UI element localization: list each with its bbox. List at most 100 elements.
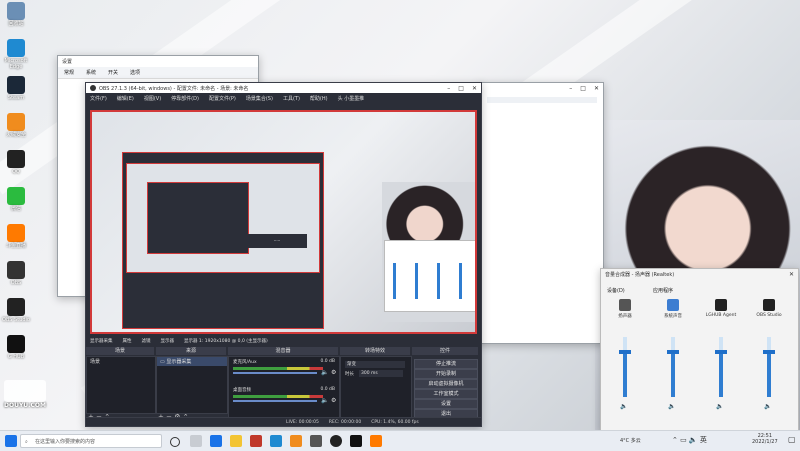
- control-button[interactable]: 停止推流: [414, 359, 478, 369]
- weather[interactable]: 4°C 多云: [620, 437, 641, 444]
- control-button[interactable]: 工作室模式: [414, 389, 478, 399]
- tab-options[interactable]: 选项: [130, 69, 140, 76]
- desktop-icon[interactable]: QQ: [2, 150, 30, 175]
- menu-item[interactable]: 工具(T): [283, 95, 300, 102]
- volume-slider[interactable]: [233, 400, 317, 402]
- menu-item[interactable]: 停靠部件(D): [171, 95, 199, 102]
- speaker-icon[interactable]: 🔈: [321, 397, 328, 404]
- app-icon[interactable]: [370, 435, 382, 447]
- minimize-icon[interactable]: –: [569, 85, 572, 92]
- duration-input[interactable]: 300 ms: [359, 370, 403, 377]
- taskbar-search[interactable]: ⌕ 在这里输入你要搜索的内容: [20, 434, 162, 448]
- obs-preview[interactable]: ·····: [90, 110, 477, 334]
- explorer-address-bar[interactable]: [487, 97, 597, 103]
- sources-list[interactable]: ▭ 显示器采集: [156, 356, 228, 414]
- app-icon[interactable]: [250, 435, 262, 447]
- window-controls[interactable]: ✕: [789, 271, 794, 278]
- transition-select[interactable]: 渐变: [345, 361, 405, 368]
- gear-icon[interactable]: ⚙: [331, 369, 336, 376]
- tab-general[interactable]: 常规: [64, 69, 74, 76]
- speaker-icon[interactable]: 🔈: [321, 369, 328, 376]
- menu-item[interactable]: 文件(F): [90, 95, 107, 102]
- edge-icon[interactable]: [270, 435, 282, 447]
- speaker-icon[interactable]: 🔈: [620, 403, 627, 410]
- notification-icon[interactable]: ▢: [788, 435, 796, 444]
- volume-slider[interactable]: [667, 337, 679, 397]
- settings-titlebar[interactable]: 设置: [58, 56, 258, 67]
- gear-icon[interactable]: ⚙: [331, 397, 336, 404]
- obs-titlebar[interactable]: OBS 27.1.3 (64-bit, windows) - 配置文件: 未命名…: [86, 83, 481, 93]
- mixer-track-name: 桌面音频: [233, 388, 251, 393]
- menu-item[interactable]: 配置文件(P): [209, 95, 236, 102]
- maximize-icon[interactable]: □: [580, 85, 586, 92]
- window-controls[interactable]: – □ ✕: [569, 85, 599, 92]
- desktop-icon[interactable]: 微信: [2, 187, 30, 212]
- close-icon[interactable]: ✕: [789, 271, 794, 278]
- app-icon: [7, 150, 25, 168]
- close-icon[interactable]: ✕: [594, 85, 599, 92]
- filters-button[interactable]: 滤镜: [142, 338, 151, 344]
- start-icon[interactable]: [5, 435, 17, 447]
- properties-button[interactable]: 属性: [123, 338, 132, 344]
- windows-store-icon[interactable]: [210, 435, 222, 447]
- widgets-icon[interactable]: [190, 435, 202, 447]
- desktop-icon[interactable]: 斗鱼直播: [2, 224, 30, 249]
- explorer-titlebar[interactable]: – □ ✕: [479, 83, 603, 94]
- app-icon[interactable]: [290, 435, 302, 447]
- menu-item[interactable]: 场景集合(S): [246, 95, 273, 102]
- maximize-icon[interactable]: □: [458, 85, 464, 92]
- menu-item[interactable]: 帮助(H): [310, 95, 328, 102]
- speaker-icon[interactable]: 🔈: [668, 403, 675, 410]
- menu-item[interactable]: 头 小墨墨推: [338, 95, 365, 102]
- obs-taskbar-icon[interactable]: [330, 435, 342, 447]
- close-icon[interactable]: ✕: [472, 85, 477, 92]
- volume-slider[interactable]: [619, 337, 631, 397]
- source-toolbar: 显示器采集 属性 滤镜 显示器 显示器 1: 1920x1080 @ 0,0 (…: [90, 336, 477, 345]
- desktop-icon[interactable]: G HUB: [2, 335, 30, 360]
- scenes-list[interactable]: 场景: [86, 356, 156, 414]
- mixer-column: 系统声音 🔈: [653, 299, 693, 410]
- obs-window[interactable]: OBS 27.1.3 (64-bit, windows) - 配置文件: 未命名…: [85, 82, 482, 427]
- tab-system[interactable]: 系统: [86, 69, 96, 76]
- menu-item[interactable]: 编辑(E): [117, 95, 134, 102]
- desktop-icon[interactable]: 回收站: [2, 2, 30, 27]
- slider-thumb[interactable]: [619, 350, 631, 354]
- desktop-icon[interactable]: 火绒安全: [2, 113, 30, 138]
- clock[interactable]: 22:51 2022/1/27: [752, 433, 778, 445]
- volume-slider[interactable]: [715, 337, 727, 397]
- app-icon: [7, 261, 25, 279]
- speaker-icon[interactable]: 🔈: [716, 403, 723, 410]
- speaker-icon[interactable]: 🔈: [764, 403, 771, 410]
- explorer-window[interactable]: – □ ✕: [478, 82, 604, 344]
- volume-slider[interactable]: [763, 337, 775, 397]
- desktop-icon-label: OBS Studio: [2, 317, 30, 323]
- task-view-icon[interactable]: [170, 437, 180, 447]
- obs-window-controls[interactable]: – □ ✕: [447, 85, 477, 92]
- minimize-icon[interactable]: –: [447, 85, 450, 92]
- audio-meter: [233, 395, 323, 398]
- mixer-titlebar[interactable]: 音量合成器 - 扬声器 (Realtek) ✕: [601, 269, 798, 280]
- control-button[interactable]: 启动虚拟摄像机: [414, 379, 478, 389]
- tray-icons[interactable]: ⌃ ▭ 🔈 英: [672, 435, 707, 445]
- desktop-icon[interactable]: OBS Studio: [2, 298, 30, 323]
- app-icon[interactable]: [310, 435, 322, 447]
- slider-thumb[interactable]: [667, 350, 679, 354]
- tab-switch[interactable]: 开关: [108, 69, 118, 76]
- desktop-icon[interactable]: Steam: [2, 76, 30, 101]
- desktop-icon[interactable]: Microsoft Edge: [2, 39, 30, 70]
- source-tab-label[interactable]: 显示器采集: [90, 338, 113, 344]
- control-button[interactable]: 开始录制: [414, 369, 478, 379]
- source-item[interactable]: ▭ 显示器采集: [157, 357, 227, 366]
- ghub-taskbar-icon[interactable]: [350, 435, 362, 447]
- desktop-icon[interactable]: OBS: [2, 261, 30, 286]
- slider-thumb[interactable]: [715, 350, 727, 354]
- control-button[interactable]: 设置: [414, 399, 478, 409]
- scene-item[interactable]: 场景: [87, 357, 155, 366]
- volume-mixer-window[interactable]: 音量合成器 - 扬声器 (Realtek) ✕ 设备(D) 应用程序 扬声器 🔈 系…: [600, 268, 799, 432]
- volume-slider[interactable]: [233, 372, 317, 374]
- slider-thumb[interactable]: [763, 350, 775, 354]
- mixer-column-label: LGHUB Agent: [705, 313, 737, 318]
- display-select[interactable]: 显示器 1: 1920x1080 @ 0,0 (主显示器): [184, 338, 268, 344]
- menu-item[interactable]: 视图(V): [144, 95, 161, 102]
- file-explorer-icon[interactable]: [230, 435, 242, 447]
